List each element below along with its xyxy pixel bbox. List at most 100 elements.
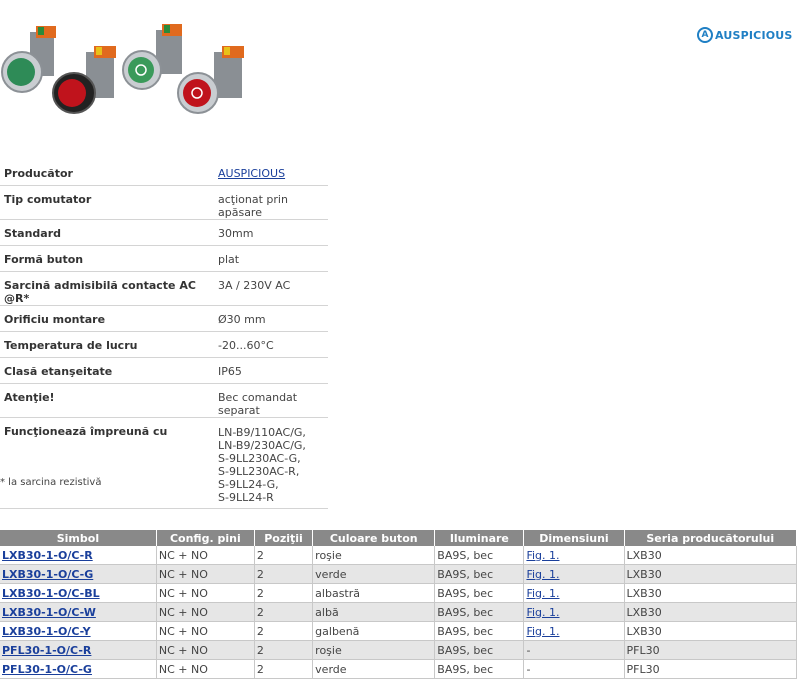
footnote: * la sarcina rezistivă: [0, 477, 102, 488]
spec-row: Funcţionează împreună cu LN-B9/110AC/G, L…: [0, 417, 328, 509]
spec-value: 30mm: [214, 219, 328, 246]
spec-value: plat: [214, 245, 328, 272]
product-symbol-link[interactable]: LXB30-1-O/C-G: [2, 568, 93, 581]
table-cell: NC + NO: [156, 583, 255, 603]
table-row: LXB30-1-O/C-W NC + NO 2 albă BA9S, bec Fig. 1…: [0, 602, 797, 622]
brand-logo-text: AUSPICIOUS: [715, 28, 793, 42]
spec-row: Temperatura de lucru -20...60°C: [0, 331, 328, 358]
dimensions-link[interactable]: Fig. 1.: [526, 625, 559, 638]
spec-value: -20...60°C: [214, 331, 328, 358]
dimensions-link[interactable]: Fig. 1.: [526, 587, 559, 600]
table-cell: LXB30: [624, 546, 797, 565]
table-cell: verde: [312, 564, 436, 584]
spec-label: Producător: [0, 160, 214, 186]
dimensions-cell: Fig. 1.: [523, 602, 625, 622]
spec-row: Formă buton plat: [0, 245, 328, 272]
product-symbol-link[interactable]: PFL30-1-O/C-R: [2, 644, 91, 657]
spec-label: Orificiu montare: [0, 305, 214, 332]
brand-logo[interactable]: A AUSPICIOUS: [697, 26, 793, 44]
dimensions-link[interactable]: Fig. 1.: [526, 568, 559, 581]
table-cell: 2: [254, 583, 314, 603]
table-cell: 2: [254, 602, 314, 622]
red-pushbutton-icon: [52, 46, 116, 114]
manufacturer-link[interactable]: AUSPICIOUS: [218, 167, 285, 180]
table-cell: LXB30: [624, 621, 797, 641]
dimensions-cell: Fig. 1.: [523, 546, 625, 565]
spec-value: Bec comandat separat: [214, 383, 328, 418]
table-cell: LXB30: [624, 564, 797, 584]
table-cell: BA9S, bec: [434, 602, 525, 622]
dimensions-link[interactable]: Fig. 1.: [526, 606, 559, 619]
table-cell: NC + NO: [156, 659, 255, 679]
dimensions-link[interactable]: Fig. 1.: [526, 549, 559, 562]
spec-label: Clasă etanşeitate: [0, 357, 214, 384]
table-cell: -: [523, 659, 625, 679]
table-cell: BA9S, bec: [434, 621, 525, 641]
spec-value: 3A / 230V AC: [214, 271, 328, 306]
spec-row: Orificiu montare Ø30 mm: [0, 305, 328, 332]
spec-value: AUSPICIOUS: [214, 160, 328, 186]
column-header[interactable]: Culoare buton: [312, 530, 436, 546]
symbol-cell: PFL30-1-O/C-G: [0, 659, 157, 679]
symbol-cell: LXB30-1-O/C-R: [0, 546, 157, 565]
spec-label: Tip comutator: [0, 185, 214, 220]
brand-logo-icon: A: [697, 27, 713, 43]
table-cell: LXB30: [624, 583, 797, 603]
table-cell: PFL30: [624, 659, 797, 679]
column-header[interactable]: Poziţii: [254, 530, 314, 546]
dimensions-cell: Fig. 1.: [523, 583, 625, 603]
table-cell: BA9S, bec: [434, 583, 525, 603]
table-cell: 2: [254, 640, 314, 660]
table-cell: roşie: [312, 546, 436, 565]
table-row: LXB30-1-O/C-BL NC + NO 2 albastră BA9S, bec F…: [0, 583, 797, 603]
spec-value: Ø30 mm: [214, 305, 328, 332]
table-cell: LXB30: [624, 602, 797, 622]
table-cell: NC + NO: [156, 602, 255, 622]
spec-table: Producător AUSPICIOUS Tip comutator acţiona…: [0, 160, 328, 509]
table-cell: 2: [254, 546, 314, 565]
table-cell: BA9S, bec: [434, 659, 525, 679]
table-header-row: Simbol Config. pini Poziţii Culoare buton Il…: [0, 530, 797, 546]
spec-label: Sarcină admisibilă contacte AC @R*: [0, 271, 214, 306]
column-header[interactable]: Iluminare: [434, 530, 525, 546]
table-row: PFL30-1-O/C-R NC + NO 2 roşie BA9S, bec - PFL3…: [0, 640, 797, 660]
table-cell: NC + NO: [156, 621, 255, 641]
symbol-cell: PFL30-1-O/C-R: [0, 640, 157, 660]
table-cell: BA9S, bec: [434, 640, 525, 660]
dimensions-cell: Fig. 1.: [523, 564, 625, 584]
column-header[interactable]: Config. pini: [156, 530, 255, 546]
dimensions-cell: Fig. 1.: [523, 621, 625, 641]
table-cell: NC + NO: [156, 640, 255, 660]
product-image: [1, 24, 244, 114]
table-cell: BA9S, bec: [434, 564, 525, 584]
product-symbol-link[interactable]: LXB30-1-O/C-BL: [2, 587, 100, 600]
green-pushbutton-icon: [1, 26, 56, 93]
spec-row: Atenţie! Bec comandat separat: [0, 383, 328, 418]
table-cell: roşie: [312, 640, 436, 660]
product-symbol-link[interactable]: PFL30-1-O/C-G: [2, 663, 92, 676]
table-row: LXB30-1-O/C-G NC + NO 2 verde BA9S, bec Fig. …: [0, 564, 797, 584]
table-row: PFL30-1-O/C-G NC + NO 2 verde BA9S, bec - PFL3…: [0, 659, 797, 679]
table-cell: BA9S, bec: [434, 546, 525, 565]
spec-row: Clasă etanşeitate IP65: [0, 357, 328, 384]
symbol-cell: LXB30-1-O/C-BL: [0, 583, 157, 603]
column-header[interactable]: Simbol: [0, 530, 157, 546]
table-cell: -: [523, 640, 625, 660]
table-cell: 2: [254, 659, 314, 679]
column-header[interactable]: Seria producătorului: [624, 530, 797, 546]
spec-row: Standard 30mm: [0, 219, 328, 246]
spec-label: Atenţie!: [0, 383, 214, 418]
symbol-cell: LXB30-1-O/C-G: [0, 564, 157, 584]
spec-value: LN-B9/110AC/G, LN-B9/230AC/G, S-9LL230AC…: [214, 417, 328, 509]
product-symbol-link[interactable]: LXB30-1-O/C-W: [2, 606, 96, 619]
product-symbol-link[interactable]: LXB30-1-O/C-R: [2, 549, 93, 562]
product-symbol-link[interactable]: LXB30-1-O/C-Y: [2, 625, 91, 638]
spec-label: Standard: [0, 219, 214, 246]
green-pushbutton-icon: [122, 24, 182, 90]
table-cell: albă: [312, 602, 436, 622]
spec-label: Temperatura de lucru: [0, 331, 214, 358]
table-cell: verde: [312, 659, 436, 679]
products-table: Simbol Config. pini Poziţii Culoare buton Il…: [0, 530, 797, 679]
red-pushbutton-icon: [177, 46, 244, 114]
column-header[interactable]: Dimensiuni: [523, 530, 625, 546]
